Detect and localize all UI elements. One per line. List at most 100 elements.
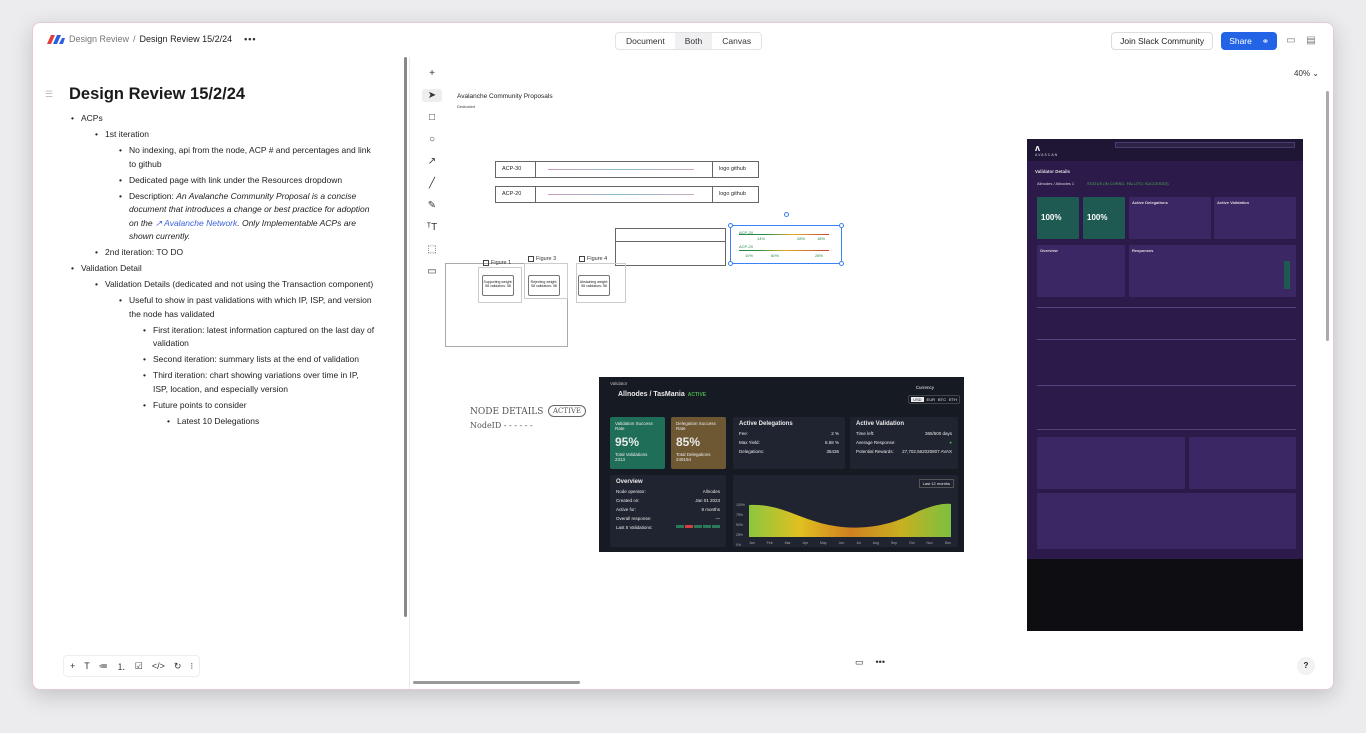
text-style-button[interactable]: T xyxy=(84,661,90,671)
figure-card[interactable]: Rejecting weight: 58 validators: 58 xyxy=(528,275,560,296)
wireframe-box[interactable] xyxy=(615,228,726,266)
resize-handle[interactable] xyxy=(839,223,844,228)
success-rate-card: Validation Success Rate 95% Total Valida… xyxy=(610,417,665,469)
overview-panel: Overview Node operator: Allnodes Created … xyxy=(610,475,726,547)
view-mode-canvas[interactable]: Canvas xyxy=(712,33,761,49)
join-slack-button[interactable]: Join Slack Community xyxy=(1111,32,1214,50)
avascan-footer xyxy=(1027,559,1303,631)
breadcrumb: Design Review / Design Review 15/2/24 ••… xyxy=(69,34,257,44)
quote-icon[interactable]: ⁝ xyxy=(190,661,193,672)
list-item: First iteration: latest information capt… xyxy=(141,324,375,351)
list-item: Useful to show in past validations with … xyxy=(117,294,375,428)
doc-scrollbar[interactable] xyxy=(404,57,407,617)
link-icon: ⚭ xyxy=(1261,36,1269,46)
text-tool-icon[interactable]: ᵀT xyxy=(422,221,442,234)
figure-card[interactable]: Abstaining weight: 58 validators: 58 xyxy=(578,275,610,296)
rotate-handle[interactable] xyxy=(784,212,789,217)
comment-icon[interactable]: ▭ xyxy=(855,657,864,668)
response-area xyxy=(749,503,951,537)
avalanche-network-link[interactable]: ↗ Avalanche Network xyxy=(155,218,237,228)
resize-handle[interactable] xyxy=(839,261,844,266)
ellipse-tool-icon[interactable]: ○ xyxy=(422,133,442,146)
zoom-level[interactable]: 40% ⌄ xyxy=(1294,69,1319,78)
share-button[interactable]: Share ⚭ xyxy=(1221,32,1277,50)
figure-label[interactable]: Figure 4 xyxy=(579,256,607,262)
avascan-mockup[interactable]: ʌ AVASCAN Validator Details Allnodes / A… xyxy=(1027,139,1303,631)
code-icon[interactable]: </> xyxy=(152,661,165,671)
list-item: Future points to consider Latest 10 Dele… xyxy=(141,399,375,429)
avascan-search[interactable] xyxy=(1115,142,1295,148)
sketch-text[interactable]: NODE DETAILS xyxy=(470,407,543,417)
list-item: Validation Detail Validation Details (de… xyxy=(69,262,375,428)
active-validation-panel: Active Validation Time left: 365/500 days… xyxy=(850,417,958,469)
app-logo-icon[interactable] xyxy=(47,35,65,44)
resize-handle[interactable] xyxy=(728,223,733,228)
acp-row[interactable]: ACP-30 logo github xyxy=(495,161,759,178)
acp-row[interactable]: ACP-20 logo github xyxy=(495,186,759,203)
validator-name: Allnodes / TasMania ACTIVE xyxy=(618,391,707,398)
app-window: Design Review / Design Review 15/2/24 ••… xyxy=(32,22,1334,690)
document-pane: ☰ Design Review 15/2/24 ACPs 1st iterati… xyxy=(33,57,409,689)
list-item: Third iteration: chart showing variation… xyxy=(141,369,375,396)
view-mode-document[interactable]: Document xyxy=(616,33,675,49)
checklist-icon[interactable]: ☑ xyxy=(135,661,143,672)
canvas-vertical-scrollbar[interactable] xyxy=(1326,91,1329,341)
sketch-text[interactable]: NodeID - - - - - - xyxy=(470,421,533,430)
outline-toggle-icon[interactable]: ☰ xyxy=(45,89,53,100)
breadcrumb-parent[interactable]: Design Review xyxy=(69,34,129,44)
figure-label[interactable]: Figure 3 xyxy=(528,256,556,262)
list-item: Latest 10 Delegations xyxy=(165,415,375,429)
selected-acp-group[interactable]: ACP-20 14% 28% 18% ACP-20 10% 60% 28% xyxy=(728,212,844,266)
list-item: 1st iteration No indexing, api from the … xyxy=(93,128,375,244)
canvas-subtitle: Dedicated xyxy=(457,104,476,109)
canvas-toolbar: + ➤ □ ○ ↗ ╱ ✎ ᵀT ⬚ ▭ xyxy=(422,67,442,278)
list-item: Validation Details (dedicated and not us… xyxy=(93,278,375,428)
add-icon[interactable]: + xyxy=(422,67,442,80)
help-button[interactable]: ? xyxy=(1297,657,1315,675)
currency-selector[interactable]: USD EUR BTC ETH xyxy=(908,395,960,404)
canvas-pane[interactable]: + ➤ □ ○ ↗ ╱ ✎ ᵀT ⬚ ▭ 40% ⌄ Avalanche Com… xyxy=(410,57,1333,689)
breadcrumb-separator: / xyxy=(133,34,136,44)
sketch-tag[interactable]: ACTIVE xyxy=(548,405,587,417)
response-chart[interactable]: Last 12 months 100% 75% 50% 25% 0% Jan Feb Mar… xyxy=(733,475,958,547)
breadcrumb-current[interactable]: Design Review 15/2/24 xyxy=(140,34,233,44)
doc-body[interactable]: ACPs 1st iteration No indexing, api from… xyxy=(69,112,375,431)
validator-mockup[interactable]: Validator Allnodes / TasMania ACTIVE Curr… xyxy=(599,377,964,552)
comment-tool-icon[interactable]: ▭ xyxy=(422,265,442,278)
share-label: Share xyxy=(1229,36,1252,46)
view-mode-switch: Document Both Canvas xyxy=(615,32,763,50)
list-item: Description: An Avalanche Community Prop… xyxy=(117,190,375,244)
top-bar: Design Review / Design Review 15/2/24 ••… xyxy=(33,23,1333,57)
arrow-tool-icon[interactable]: ↗ xyxy=(422,155,442,168)
list-item: 2nd iteration: TO DO xyxy=(93,246,375,260)
list-item: No indexing, api from the node, ACP # an… xyxy=(117,144,375,171)
doc-title[interactable]: Design Review 15/2/24 xyxy=(69,85,245,104)
canvas-horizontal-scrollbar[interactable] xyxy=(413,681,580,684)
canvas-title: Avalanche Community Proposals xyxy=(457,93,553,100)
pen-tool-icon[interactable]: ✎ xyxy=(422,199,442,212)
sidebar-toggle-icon[interactable]: ▤ xyxy=(1305,35,1317,47)
avascan-logo-icon: ʌ xyxy=(1035,143,1041,153)
list-item: ACPs 1st iteration No indexing, api from… xyxy=(69,112,375,260)
rectangle-tool-icon[interactable]: □ xyxy=(422,111,442,124)
redo-icon[interactable]: ↻ xyxy=(174,661,182,672)
top-actions: Join Slack Community Share ⚭ ▭ ▤ xyxy=(1111,32,1317,50)
view-mode-both[interactable]: Both xyxy=(674,33,713,49)
numbered-list-icon[interactable]: ⒈ xyxy=(117,660,126,673)
list-item: Dedicated page with link under the Resou… xyxy=(117,174,375,188)
comment-icon[interactable]: ▭ xyxy=(1285,35,1297,47)
format-toolbar: + T ≔ ⒈ ☑ </> ↻ ⁝ xyxy=(63,655,201,677)
delegation-rate-card: Delegation Success Rate 85% Total Delega… xyxy=(671,417,726,469)
select-tool-icon[interactable]: ➤ xyxy=(422,89,442,102)
bullet-list-icon[interactable]: ≔ xyxy=(99,661,108,672)
frame-tool-icon[interactable]: ⬚ xyxy=(422,243,442,256)
figure-card[interactable]: Supporting weight: 58 validators: 58 xyxy=(482,275,514,296)
chart-filter[interactable]: Last 12 months xyxy=(918,479,954,488)
insert-button[interactable]: + xyxy=(70,661,75,671)
more-options-icon[interactable]: ••• xyxy=(876,657,885,668)
more-options-icon[interactable]: ••• xyxy=(244,34,256,44)
active-delegations-panel: Active Delegations Fee: 2 % Max Yield: 6.5… xyxy=(733,417,845,469)
line-tool-icon[interactable]: ╱ xyxy=(422,177,442,190)
resize-handle[interactable] xyxy=(728,261,733,266)
figure-label[interactable]: Figure 1 xyxy=(483,260,511,266)
